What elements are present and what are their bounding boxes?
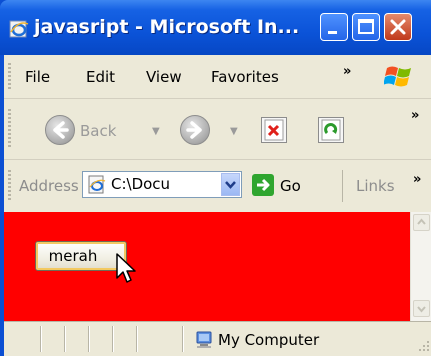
vertical-scrollbar[interactable] — [410, 212, 431, 321]
page-icon — [88, 175, 106, 194]
browser-window: javasript - Microsoft In... File Edit Vi… — [0, 0, 431, 356]
status-pane — [136, 326, 138, 352]
refresh-button[interactable] — [318, 117, 344, 143]
go-label[interactable]: Go — [280, 177, 301, 195]
links-overflow-chevron[interactable]: » — [413, 172, 421, 187]
chevron-down-icon — [225, 181, 236, 189]
address-label: Address — [19, 177, 79, 195]
minimize-button[interactable] — [320, 13, 348, 41]
addressbar-grip[interactable] — [8, 170, 11, 202]
title-bar[interactable]: javasript - Microsoft In... — [0, 0, 431, 55]
resize-grip-icon[interactable] — [418, 340, 430, 352]
status-pane — [112, 326, 114, 352]
back-label: Back — [80, 122, 117, 140]
mouse-cursor-icon — [116, 253, 136, 283]
windows-logo-icon — [384, 66, 411, 87]
merah-button[interactable]: merah — [35, 241, 127, 271]
refresh-icon — [321, 119, 341, 141]
status-pane — [64, 326, 66, 352]
standard-toolbar: Back ▼ ▼ » — [4, 99, 431, 160]
menu-bar: File Edit View Favorites » — [4, 55, 431, 99]
close-icon — [390, 19, 406, 35]
chevron-up-icon — [417, 218, 426, 225]
scroll-up-button[interactable] — [413, 214, 430, 231]
toolbar-grip[interactable] — [8, 109, 11, 149]
stop-icon — [264, 119, 284, 141]
status-pane — [88, 326, 90, 352]
menu-overflow-chevron[interactable]: » — [343, 64, 351, 79]
status-zone-text: My Computer — [218, 331, 320, 349]
address-value: C:\Docu — [111, 175, 171, 193]
maximize-button[interactable] — [352, 13, 380, 41]
back-dropdown-arrow[interactable]: ▼ — [152, 126, 160, 137]
stop-button[interactable] — [261, 117, 287, 143]
address-input[interactable]: C:\Docu — [82, 171, 242, 198]
scroll-down-button[interactable] — [413, 300, 430, 317]
links-label[interactable]: Links — [356, 177, 395, 195]
go-arrow-icon[interactable] — [252, 174, 274, 196]
ie-icon — [9, 20, 29, 38]
status-pane — [40, 326, 42, 352]
back-button[interactable] — [45, 115, 75, 145]
close-button[interactable] — [384, 13, 412, 41]
page-content: merah — [4, 212, 431, 321]
back-icon — [53, 121, 69, 139]
window-title: javasript - Microsoft In... — [34, 16, 300, 38]
toolbar-overflow-chevron[interactable]: » — [411, 108, 419, 123]
status-bar: My Computer — [4, 321, 431, 356]
window-client: File Edit View Favorites » Back ▼ ▼ » Ad… — [4, 55, 431, 356]
address-bar: Address C:\Docu Go Links » — [4, 160, 431, 213]
menu-favorites[interactable]: Favorites — [211, 68, 279, 86]
status-pane — [182, 326, 184, 352]
menu-view[interactable]: View — [146, 68, 182, 86]
links-separator — [342, 170, 343, 202]
minimize-icon — [328, 31, 337, 34]
menubar-grip[interactable] — [8, 63, 11, 91]
maximize-icon — [358, 19, 374, 34]
forward-dropdown-arrow[interactable]: ▼ — [230, 126, 238, 137]
address-dropdown-button[interactable] — [221, 173, 240, 196]
menu-file[interactable]: File — [25, 68, 50, 86]
page-body: merah — [4, 212, 410, 321]
computer-icon — [196, 331, 212, 348]
chevron-down-icon — [417, 306, 426, 313]
forward-button[interactable] — [180, 115, 210, 145]
forward-icon — [186, 121, 202, 139]
menu-edit[interactable]: Edit — [86, 68, 115, 86]
